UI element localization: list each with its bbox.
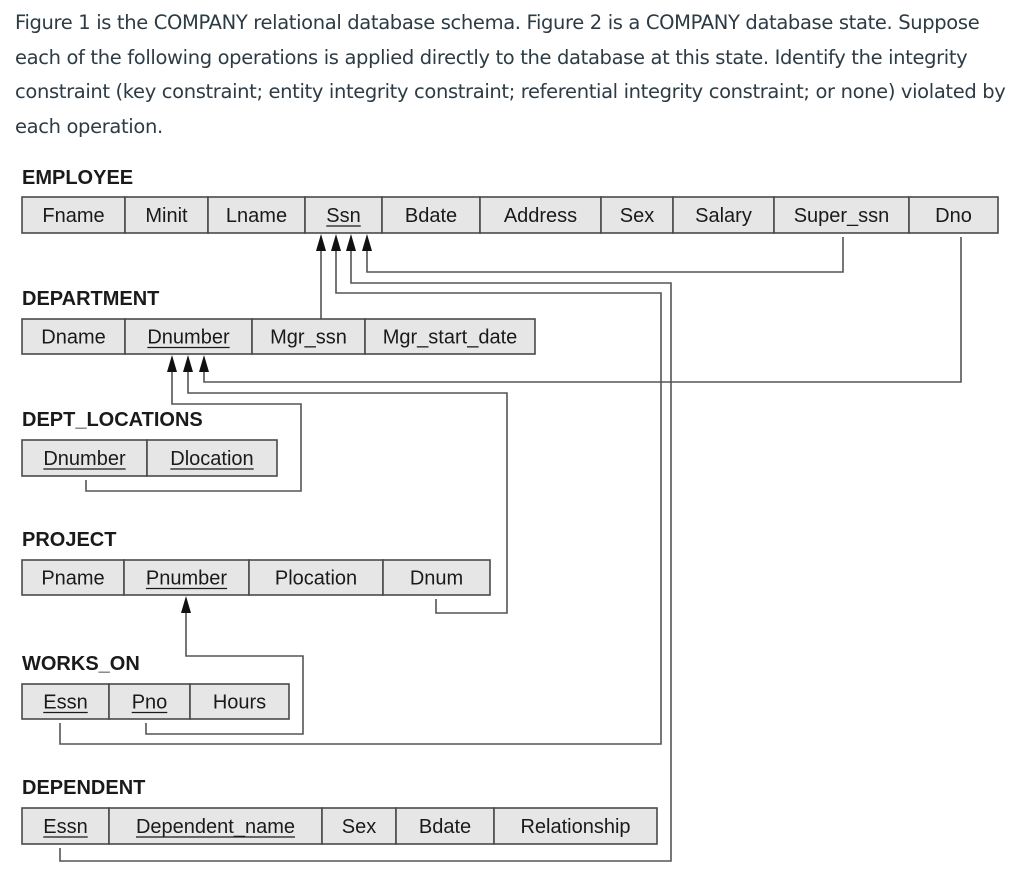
fk-employee-super-ssn-to-employee-ssn-line <box>366 237 844 273</box>
column-bdate: Bdate <box>381 196 481 234</box>
column-name: Plocation <box>275 568 357 590</box>
table-project: PROJECT Pname Pnumber Plocation Dnum <box>21 529 491 596</box>
column-bdate: Bdate <box>395 807 495 845</box>
column-dependent-name-primary-key: Dependent_name <box>108 807 323 845</box>
column-name: Sex <box>620 205 654 227</box>
column-name: Bdate <box>419 816 471 838</box>
table-title: EMPLOYEE <box>22 167 133 189</box>
column-name: Super_ssn <box>794 205 890 227</box>
column-essn-primary-key: Essn <box>21 807 110 845</box>
column-dname: Dname <box>21 318 126 355</box>
column-name: Relationship <box>520 816 630 838</box>
fk-employee-dno-to-department-dnumber-line <box>203 237 962 383</box>
column-fname: Fname <box>21 196 126 234</box>
column-pno-primary-key: Pno <box>108 683 191 720</box>
column-name: Fname <box>42 205 104 227</box>
column-plocation: Plocation <box>248 559 384 596</box>
column-name: Dlocation <box>170 448 253 470</box>
company-schema-diagram: EMPLOYEE Fname Minit Lname Ssn Bdate Address Se… <box>21 167 999 862</box>
column-mgr-ssn: Mgr_ssn <box>251 318 366 355</box>
column-name: Dno <box>935 205 972 227</box>
arrowhead-icon <box>199 355 209 372</box>
column-salary: Salary <box>672 196 775 234</box>
column-super-ssn: Super_ssn <box>773 196 910 234</box>
column-name: Pnumber <box>146 568 227 590</box>
column-name: Pname <box>41 568 104 590</box>
column-address: Address <box>479 196 602 234</box>
column-pname: Pname <box>21 559 125 596</box>
table-title: PROJECT <box>22 529 116 551</box>
column-name: Mgr_start_date <box>383 327 518 349</box>
column-name: Essn <box>43 816 87 838</box>
arrowhead-icon <box>346 234 356 251</box>
column-pnumber-primary-key: Pnumber <box>123 559 250 596</box>
column-name: Hours <box>213 692 266 714</box>
column-name: Address <box>504 205 577 227</box>
column-name: Sex <box>342 816 376 838</box>
column-dnum: Dnum <box>382 559 491 596</box>
column-dnumber-primary-key: Dnumber <box>21 439 148 477</box>
column-sex: Sex <box>600 196 674 234</box>
table-title: WORKS_ON <box>22 653 140 675</box>
table-dependent: DEPENDENT Essn Dependent_name Sex Bdate Relat… <box>21 777 658 845</box>
table-dept-locations: DEPT_LOCATIONS Dnumber Dlocation <box>21 409 278 477</box>
column-name: Essn <box>43 692 87 714</box>
column-mgr-start-date: Mgr_start_date <box>364 318 536 355</box>
column-name: Salary <box>695 205 752 227</box>
arrowhead-icon <box>331 234 341 251</box>
column-minit: Minit <box>124 196 209 234</box>
table-employee: EMPLOYEE Fname Minit Lname Ssn Bdate Address Se… <box>21 167 999 234</box>
column-name: Dnumber <box>43 448 126 470</box>
column-hours: Hours <box>189 683 290 720</box>
column-ssn-primary-key: Ssn <box>304 196 383 234</box>
column-name: Dependent_name <box>136 816 295 838</box>
table-title: DEPARTMENT <box>22 288 159 310</box>
column-name: Dnumber <box>147 327 230 349</box>
schema-tables: EMPLOYEE Fname Minit Lname Ssn Bdate Address Se… <box>21 167 999 845</box>
column-sex: Sex <box>321 807 397 845</box>
arrowhead-icon <box>167 355 177 372</box>
table-title: DEPENDENT <box>22 777 145 799</box>
column-name: Dnum <box>410 568 463 590</box>
column-name: Ssn <box>326 205 360 227</box>
arrowhead-icon <box>362 234 372 251</box>
table-department: DEPARTMENT Dname Dnumber Mgr_ssn Mgr_start_d… <box>21 288 536 355</box>
arrowhead-icon <box>181 596 191 613</box>
column-name: Pno <box>132 692 168 714</box>
column-name: Bdate <box>405 205 457 227</box>
column-name: Mgr_ssn <box>270 327 347 349</box>
column-dno: Dno <box>908 196 999 234</box>
table-title: DEPT_LOCATIONS <box>22 409 203 431</box>
column-relationship: Relationship <box>493 807 658 845</box>
column-essn-primary-key: Essn <box>21 683 110 720</box>
fk-works-on-essn-to-employee-ssn-line <box>59 241 662 745</box>
column-lname: Lname <box>207 196 306 234</box>
arrowhead-icon <box>316 234 326 251</box>
column-name: Dname <box>41 327 105 349</box>
column-name: Minit <box>145 205 188 227</box>
table-works-on: WORKS_ON Essn Pno Hours <box>21 653 290 720</box>
arrowhead-icon <box>183 355 193 372</box>
column-dnumber-primary-key: Dnumber <box>124 318 253 355</box>
column-name: Lname <box>226 205 287 227</box>
column-dlocation-primary-key: Dlocation <box>146 439 278 477</box>
